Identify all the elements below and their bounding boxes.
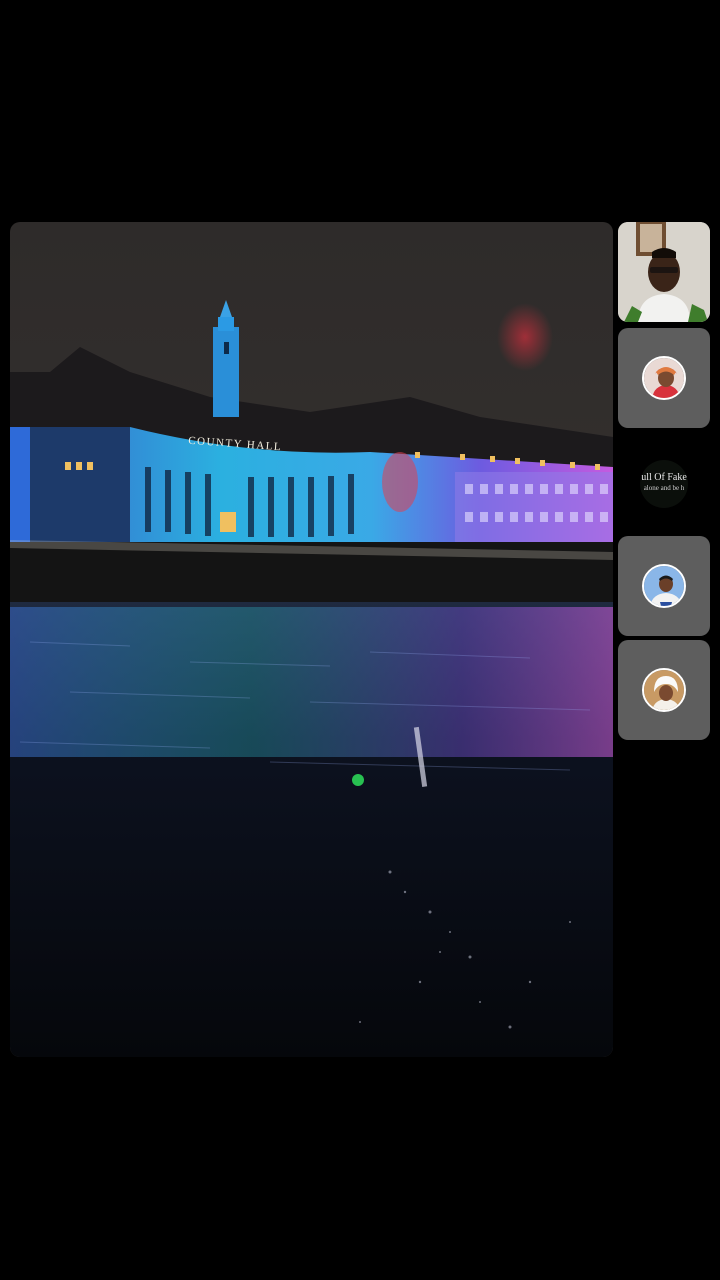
participant-tile-4[interactable] [618, 536, 710, 636]
main-video-feed[interactable]: COUNTY HALL [10, 222, 613, 1057]
avatar [642, 668, 686, 712]
night-river-scene: COUNTY HALL [10, 222, 613, 1057]
avatar-text: ull Of Fake alone and be h [641, 472, 687, 492]
participant-tile-5[interactable] [618, 640, 710, 740]
participant-tile-host-camera[interactable] [618, 222, 710, 322]
avatar [642, 564, 686, 608]
avatar [642, 356, 686, 400]
participant-tile-3[interactable]: ull Of Fake alone and be h [618, 434, 710, 534]
participant-tile-2[interactable] [618, 328, 710, 428]
avatar: ull Of Fake alone and be h [640, 460, 688, 508]
host-camera-feed [618, 222, 710, 322]
